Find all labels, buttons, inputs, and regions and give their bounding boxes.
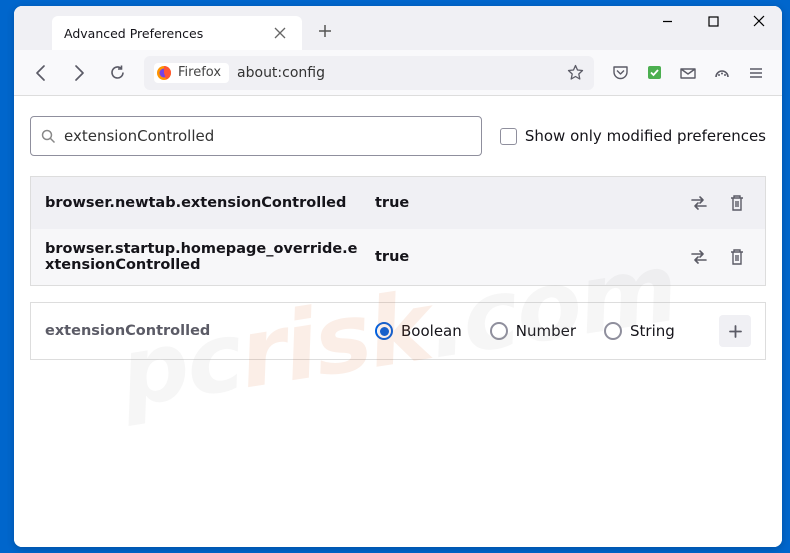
show-modified-checkbox[interactable]	[500, 128, 517, 145]
new-pref-row: extensionControlled Boolean Number Strin…	[30, 302, 766, 360]
page-content: pcrisk.com Show only modified preference…	[14, 96, 782, 547]
delete-button[interactable]	[723, 189, 751, 217]
close-tab-button[interactable]	[270, 23, 290, 43]
bookmark-star-icon[interactable]	[567, 64, 584, 81]
extension-icon[interactable]	[638, 56, 670, 90]
identity-box[interactable]: Firefox	[154, 63, 229, 83]
maximize-button[interactable]	[690, 6, 736, 36]
radio-input[interactable]	[375, 322, 393, 340]
pref-row: browser.newtab.extensionControlled true	[31, 177, 765, 229]
pref-name: browser.newtab.extensionControlled	[45, 195, 375, 211]
menu-button[interactable]	[740, 56, 772, 90]
pref-value: true	[375, 195, 685, 211]
delete-button[interactable]	[723, 243, 751, 271]
toolbar-right	[604, 56, 772, 90]
search-row: Show only modified preferences	[30, 116, 766, 156]
account-icon[interactable]	[706, 56, 738, 90]
radio-label: String	[630, 322, 675, 340]
pocket-icon[interactable]	[604, 56, 636, 90]
pref-actions	[685, 243, 751, 271]
radio-input[interactable]	[604, 322, 622, 340]
url-bar[interactable]: Firefox about:config	[144, 56, 594, 90]
window-controls	[644, 6, 782, 36]
tab-title: Advanced Preferences	[64, 26, 203, 41]
radio-string[interactable]: String	[604, 322, 675, 340]
radio-label: Boolean	[401, 322, 462, 340]
radio-number[interactable]: Number	[490, 322, 576, 340]
add-pref-button[interactable]	[719, 315, 751, 347]
forward-button[interactable]	[62, 56, 96, 90]
identity-label: Firefox	[178, 65, 221, 80]
firefox-icon	[156, 65, 172, 81]
pref-value: true	[375, 249, 685, 265]
toggle-button[interactable]	[685, 189, 713, 217]
preferences-table: browser.newtab.extensionControlled true …	[30, 176, 766, 286]
pref-name: browser.startup.homepage_override.extens…	[45, 241, 375, 273]
type-radio-group: Boolean Number String	[375, 322, 709, 340]
titlebar: Advanced Preferences	[14, 6, 782, 50]
url-text: about:config	[237, 65, 567, 81]
toggle-button[interactable]	[685, 243, 713, 271]
radio-input[interactable]	[490, 322, 508, 340]
new-tab-button[interactable]	[310, 16, 340, 46]
radio-label: Number	[516, 322, 576, 340]
search-icon	[41, 129, 56, 144]
radio-boolean[interactable]: Boolean	[375, 322, 462, 340]
search-input[interactable]	[64, 127, 471, 145]
reload-button[interactable]	[100, 56, 134, 90]
minimize-button[interactable]	[644, 6, 690, 36]
browser-window: Advanced Preferences Firefox about:confi	[14, 6, 782, 547]
pref-row: browser.startup.homepage_override.extens…	[31, 229, 765, 285]
pref-actions	[685, 189, 751, 217]
mail-icon[interactable]	[672, 56, 704, 90]
back-button[interactable]	[24, 56, 58, 90]
show-modified-checkbox-wrap: Show only modified preferences	[500, 127, 766, 145]
new-pref-name: extensionControlled	[45, 323, 375, 339]
search-box[interactable]	[30, 116, 482, 156]
close-window-button[interactable]	[736, 6, 782, 36]
show-modified-label: Show only modified preferences	[525, 127, 766, 145]
browser-tab[interactable]: Advanced Preferences	[52, 16, 302, 50]
navigation-toolbar: Firefox about:config	[14, 50, 782, 96]
